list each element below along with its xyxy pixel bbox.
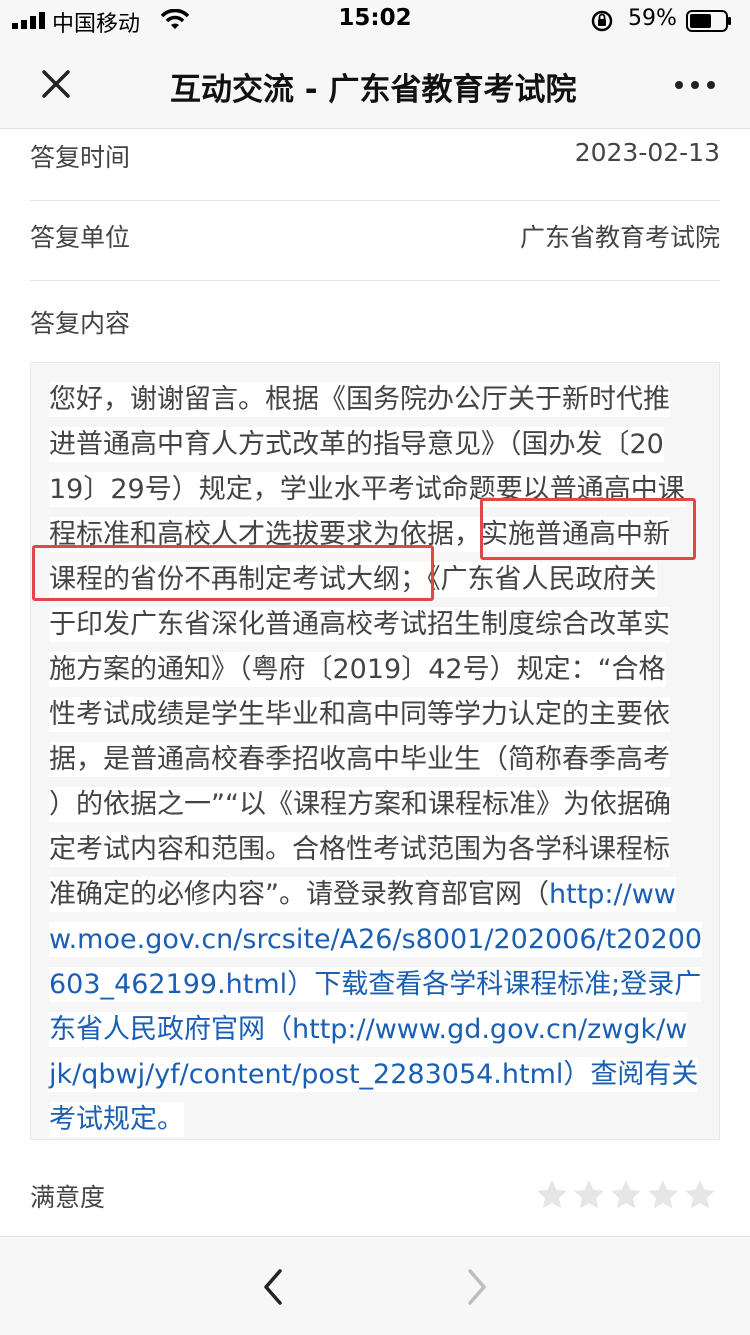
link-text[interactable]: w.moe.gov.cn/srcsite/A26/s8001/202006/t2… [49,922,703,957]
star-icon[interactable] [646,1178,680,1212]
reply-time-label: 答复时间 [30,143,131,172]
content-text: 您好，谢谢留言。根据《国务院办公厅关于新时代推 [49,382,670,417]
back-arrow-icon[interactable] [258,1267,288,1307]
link-text[interactable]: 东省人民政府官网（http://www.gd.gov.cn/zwgk/w [49,1012,688,1047]
content-line: 定考试内容和范围。合格性考试范围为各学科课程标 [49,827,702,872]
star-icon[interactable] [609,1178,643,1212]
star-icon[interactable] [683,1178,717,1212]
satisfaction-label: 满意度 [30,1183,106,1212]
reply-time-value: 2023-02-13 [574,138,720,167]
content-line: 考试规定。 [49,1097,702,1142]
nav-bar: 互动交流 - 广东省教育考试院 [0,40,750,129]
highlight-box [32,545,434,601]
reply-unit-row: 答复单位 广东省教育考试院 [30,200,720,281]
content-line: 性考试成绩是学生毕业和高中同等学力认定的主要依 [49,692,702,737]
forward-arrow-icon[interactable] [462,1267,492,1307]
content-line: w.moe.gov.cn/srcsite/A26/s8001/202006/t2… [49,917,703,962]
content-line: 603_462199.html）下载查看各学科课程标准;登录广 [49,962,702,1007]
bottom-toolbar [0,1236,750,1335]
reply-time-row: 答复时间 2023-02-13 [30,120,720,201]
star-icon[interactable] [535,1178,569,1212]
content-line: 施方案的通知》（粤府〔2019〕42号）规定：“合格 [49,647,702,692]
content-text: 进普通高中育人方式改革的指导意见》（国办发〔20 [49,427,664,462]
content-line: 准确定的必修内容”。请登录教育部官网（http://ww [49,872,702,917]
page-title: 互动交流 - 广东省教育考试院 [170,72,577,104]
reply-content-text: 您好，谢谢留言。根据《国务院办公厅关于新时代推 进普通高中育人方式改革的指导意见》… [49,377,703,1142]
content-text: 据，是普通高校春季招收高中毕业生（简称春季高考 [49,742,670,777]
close-icon[interactable] [36,64,76,104]
content-text: 于印发广东省深化普通高校考试招生制度综合改革实 [49,607,670,642]
content-line: 于印发广东省深化普通高校考试招生制度综合改革实 [49,602,702,647]
content-text: 施方案的通知》（粤府〔2019〕42号）规定：“合格 [49,652,666,687]
rotation-lock-icon [591,10,613,32]
content-text: ）的依据之一”“以《课程方案和课程标准》为依据确 [49,787,671,822]
link-text[interactable]: http://ww [549,877,676,912]
content-line: ）的依据之一”“以《课程方案和课程标准》为依据确 [49,782,702,827]
content-line: 东省人民政府官网（http://www.gd.gov.cn/zwgk/w [49,1007,702,1052]
content-line: 进普通高中育人方式改革的指导意见》（国办发〔20 [49,422,702,467]
highlight-box [480,498,696,560]
star-icon[interactable] [572,1178,606,1212]
satisfaction-rating[interactable] [532,1178,717,1214]
reply-content: 您好，谢谢留言。根据《国务院办公厅关于新时代推 进普通高中育人方式改革的指导意见》… [30,362,720,1140]
battery-icon [686,10,731,32]
reply-content-label: 答复内容 [30,309,131,338]
link-text[interactable]: 考试规定。 [49,1102,184,1137]
content-line: 您好，谢谢留言。根据《国务院办公厅关于新时代推 [49,377,702,422]
status-bar: 中国移动 15:02 59% [0,0,750,40]
link-text[interactable]: 603_462199.html）下载查看各学科课程标准;登录广 [49,967,702,1002]
content-line: 据，是普通高校春季招收高中毕业生（简称春季高考 [49,737,702,782]
content-line: jk/qbwj/yf/content/post_2283054.html）查阅有… [49,1052,702,1097]
content-text: 准确定的必修内容”。请登录教育部官网（ [49,877,549,912]
reply-unit-label: 答复单位 [30,223,131,252]
more-icon[interactable] [670,70,720,100]
link-text[interactable]: jk/qbwj/yf/content/post_2283054.html）查阅有… [49,1057,699,1092]
content-text: 定考试内容和范围。合格性考试范围为各学科课程标 [49,832,670,867]
content-text: 性考试成绩是学生毕业和高中同等学力认定的主要依 [49,697,670,732]
battery-percent: 59% [628,6,677,31]
reply-unit-value: 广东省教育考试院 [519,223,720,252]
